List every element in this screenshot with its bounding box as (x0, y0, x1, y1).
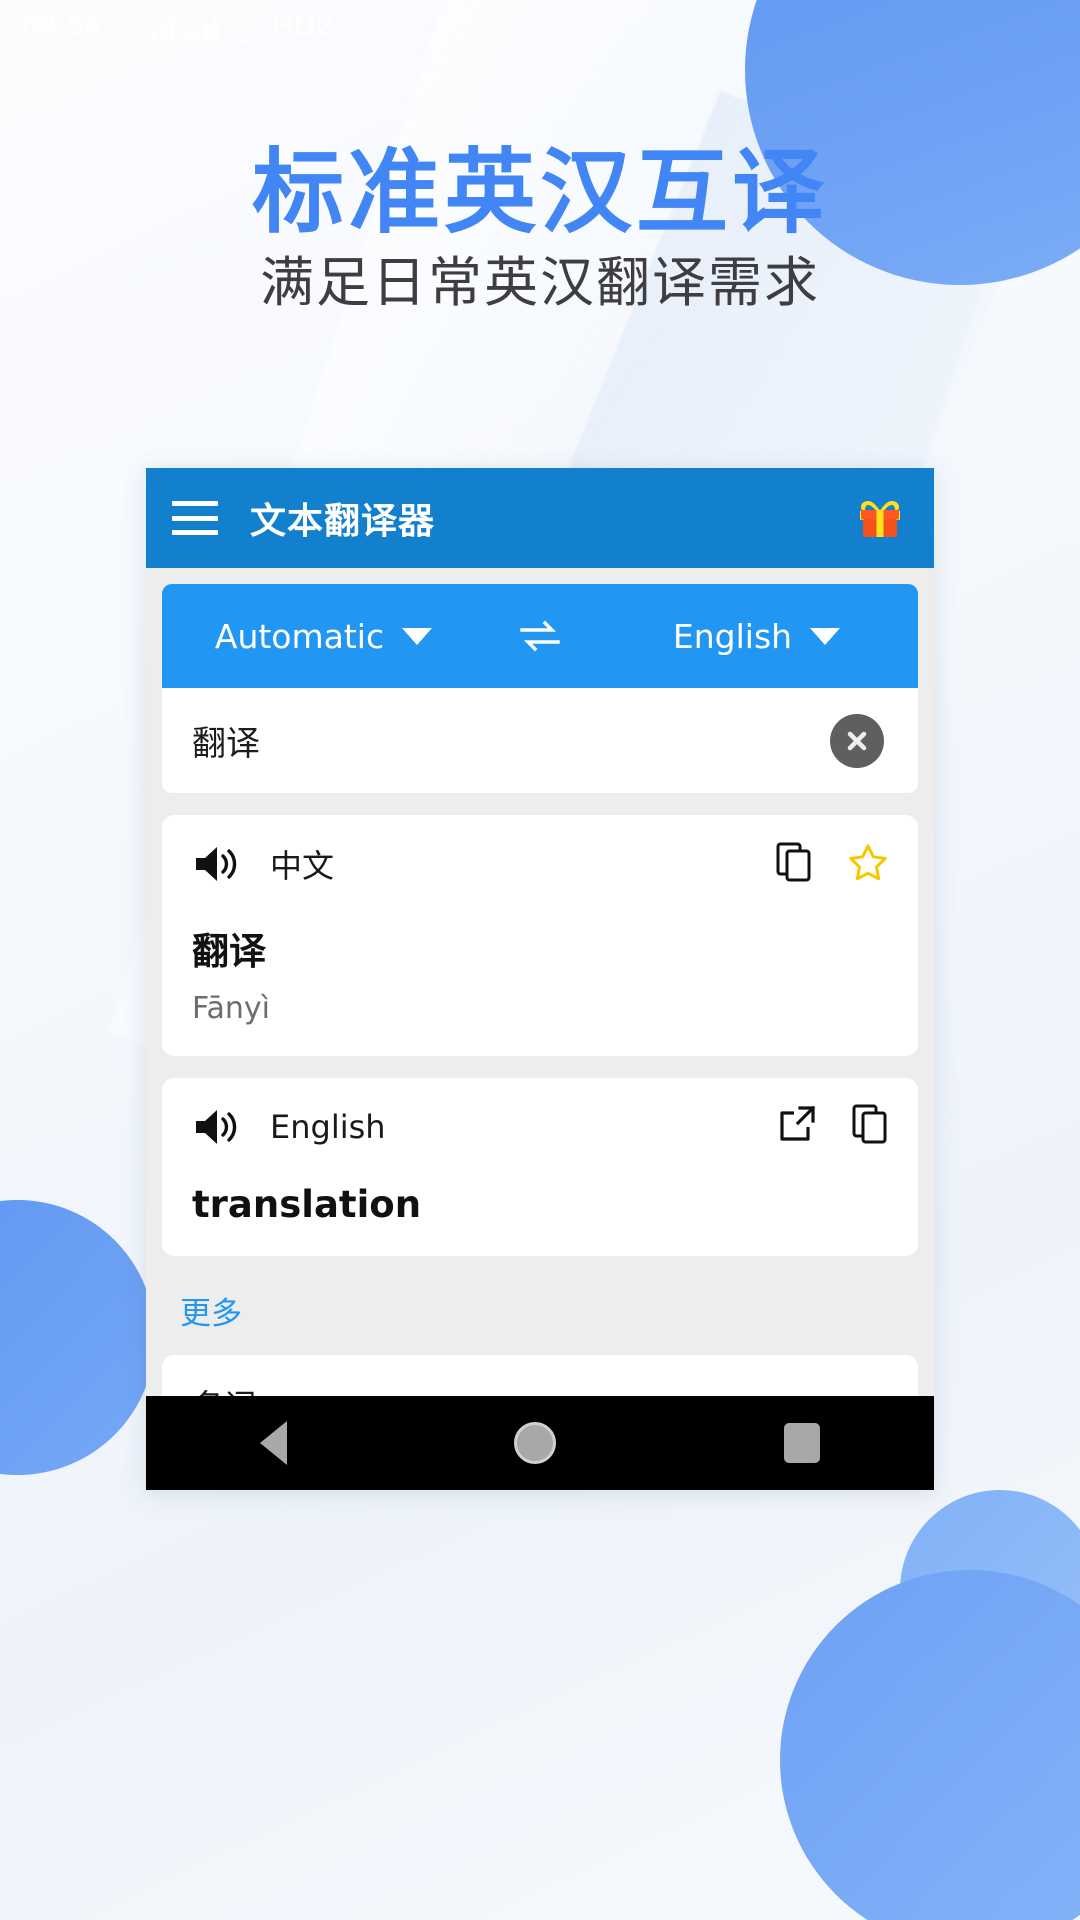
android-nav-bar (146, 1396, 934, 1490)
network-type-label: 5G (113, 25, 136, 42)
language-selector-bar: Automatic English (162, 584, 918, 688)
chevron-down-icon (402, 627, 433, 645)
source-language-label: Automatic (214, 616, 385, 656)
result-card-source: 中文 翻译 Fānyì (162, 815, 918, 1056)
clear-input-button[interactable] (830, 713, 884, 768)
recents-square-icon[interactable] (784, 1423, 821, 1463)
result-card-header: English (192, 1104, 888, 1149)
copy-icon[interactable] (852, 1104, 888, 1149)
home-circle-icon[interactable] (514, 1422, 557, 1464)
target-language-button[interactable]: English (595, 617, 918, 656)
status-bar-icons: 5G HD2 (113, 9, 333, 43)
signal-icon (141, 15, 175, 43)
source-language-button[interactable]: Automatic (162, 617, 485, 656)
back-triangle-icon[interactable] (259, 1421, 287, 1465)
signal-icon-secondary (184, 15, 218, 43)
wifi-icon (228, 17, 262, 43)
translation-input-value[interactable]: 翻译 (192, 716, 830, 765)
result-text: 翻译 (192, 930, 266, 973)
app-title: 文本翻译器 (250, 501, 436, 542)
translation-input-area[interactable]: 翻译 (162, 688, 918, 793)
result-language-label: English (270, 1107, 386, 1146)
app-bar: 文本翻译器 (146, 468, 934, 568)
copy-icon[interactable] (776, 842, 812, 887)
result-pronunciation: Fānyì (192, 991, 270, 1026)
more-link[interactable]: 更多 (180, 1288, 934, 1333)
result-card-target: English translation (162, 1078, 918, 1256)
promo-headline: 标准英汉互译 (251, 139, 828, 246)
status-bar: 08:54 5G HD2 (0, 0, 1080, 52)
result-card-actions (776, 842, 888, 887)
status-bar-time: 08:54 (22, 9, 102, 42)
result-card-actions (778, 1104, 888, 1149)
phone-screen: 文本翻译器 Automatic English 翻译 中文 翻译 Fānyì E… (146, 468, 934, 1490)
call-mode-label: HD2 (271, 9, 334, 42)
hamburger-menu-icon[interactable] (172, 501, 218, 535)
gift-icon[interactable] (852, 492, 908, 544)
decorative-circle-bottom-right (780, 1570, 1080, 1920)
star-icon[interactable] (848, 843, 888, 886)
speaker-icon[interactable] (192, 1105, 244, 1149)
result-language-label: 中文 (270, 847, 335, 885)
close-icon (847, 731, 867, 750)
target-language-label: English (672, 616, 793, 656)
chevron-down-icon (810, 627, 841, 645)
promo-subheadline: 满足日常英汉翻译需求 (260, 251, 820, 314)
result-card-header: 中文 (192, 841, 888, 887)
speaker-icon[interactable] (192, 842, 244, 886)
result-text: translation (192, 1183, 422, 1226)
swap-arrows-icon (520, 620, 560, 652)
decorative-circle-left (0, 1200, 155, 1475)
share-icon[interactable] (778, 1105, 816, 1148)
swap-languages-button[interactable] (485, 619, 595, 653)
